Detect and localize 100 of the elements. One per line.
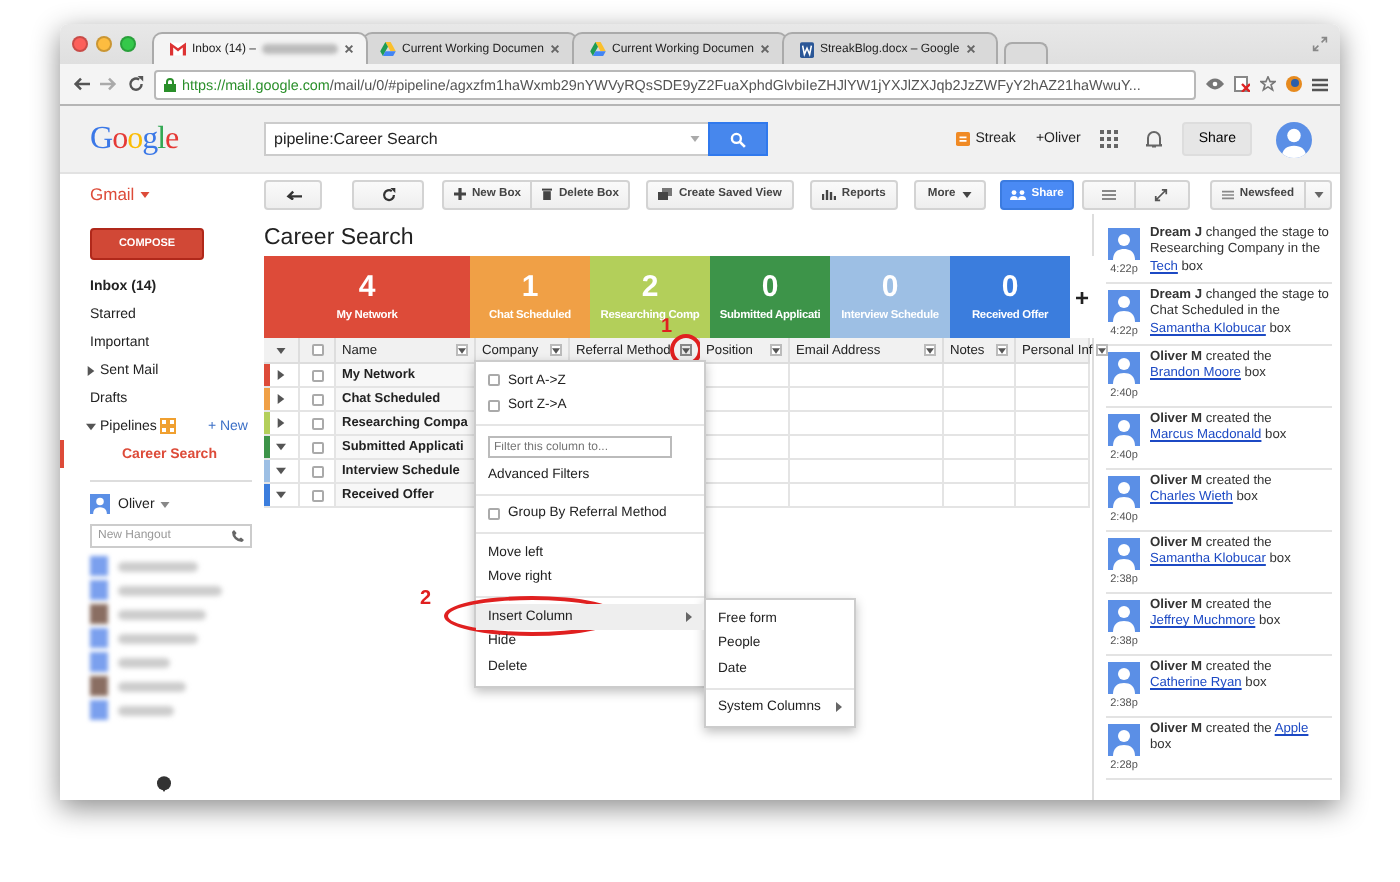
avatar-icon[interactable] xyxy=(1276,121,1312,157)
list-icon xyxy=(1221,189,1234,199)
empty-table-cell xyxy=(700,436,790,460)
caret-icon xyxy=(961,191,972,197)
reload-icon[interactable] xyxy=(128,76,144,92)
extension-icon[interactable] xyxy=(1286,76,1302,92)
stage-count: 1 xyxy=(521,272,539,304)
window-zoom-button[interactable] xyxy=(120,36,136,52)
row-checkbox[interactable] xyxy=(311,465,323,477)
triangle-icon xyxy=(380,42,396,56)
caret-icon xyxy=(140,191,151,197)
column-menu-button[interactable] xyxy=(770,344,782,356)
row-checkbox[interactable] xyxy=(311,489,323,501)
caret-icon xyxy=(772,347,780,353)
column-menu-button[interactable] xyxy=(680,344,692,356)
triangle-icon xyxy=(590,42,606,56)
empty-table-cell xyxy=(700,484,790,508)
newsfeed-dropdown-button[interactable] xyxy=(1306,179,1332,209)
column-menu-button[interactable] xyxy=(1096,344,1109,356)
stacked-pages-icon xyxy=(658,188,673,200)
annotation-number: 1 xyxy=(660,318,672,338)
expand-arrow-icon[interactable] xyxy=(86,365,96,375)
back-arrow-icon xyxy=(285,188,301,200)
refresh-button[interactable] xyxy=(352,179,424,209)
add-stage-button[interactable]: + xyxy=(1070,256,1094,338)
column-menu-button[interactable] xyxy=(924,344,936,356)
close-icon[interactable] xyxy=(965,44,976,54)
expand-arrow-icon[interactable] xyxy=(276,418,286,428)
streak-icon xyxy=(955,132,970,146)
google-logo: Google xyxy=(90,121,181,157)
menu-icon[interactable] xyxy=(1312,77,1328,91)
column-menu-button[interactable] xyxy=(550,344,562,356)
search-button[interactable] xyxy=(708,122,768,156)
list-view-button[interactable] xyxy=(1081,179,1136,209)
empty-table-cell xyxy=(944,460,1016,484)
expand-arrow-icon[interactable] xyxy=(276,490,286,500)
caret-icon xyxy=(682,347,690,353)
pipeline-grid-icon xyxy=(160,418,177,434)
empty-table-cell xyxy=(944,484,1016,508)
menu-checkbox[interactable] xyxy=(488,399,500,412)
empty-table-cell xyxy=(700,412,790,436)
empty-table-cell xyxy=(700,388,790,412)
caret-icon xyxy=(1098,347,1107,353)
blurred-contact-placeholder xyxy=(90,676,186,696)
avatar-icon xyxy=(1108,414,1140,446)
blurred-contact-placeholder xyxy=(90,700,174,720)
expand-arrow-icon[interactable] xyxy=(276,394,286,404)
avatar-icon xyxy=(1108,724,1140,756)
row-checkbox[interactable] xyxy=(311,393,323,405)
expand-icon xyxy=(1154,187,1169,201)
caret-icon xyxy=(998,347,1006,353)
avatar-icon xyxy=(1108,290,1140,322)
empty-table-cell xyxy=(700,460,790,484)
gmail-menu-button[interactable]: Gmail xyxy=(90,184,151,204)
caret-icon xyxy=(926,347,934,353)
column-menu-button[interactable] xyxy=(456,344,468,356)
window-close-button[interactable] xyxy=(72,36,88,52)
refresh-icon xyxy=(381,187,395,201)
avatar-icon xyxy=(1108,600,1140,632)
blurred-contact-placeholder xyxy=(90,652,170,672)
notifications-bell-icon[interactable] xyxy=(1146,130,1163,148)
menu-checkbox[interactable] xyxy=(488,374,500,387)
back-button[interactable] xyxy=(264,179,322,209)
plus-icon xyxy=(454,188,466,200)
close-icon[interactable] xyxy=(759,44,770,54)
blurred-text-placeholder xyxy=(262,44,339,54)
empty-table-cell xyxy=(944,436,1016,460)
empty-table-cell xyxy=(944,388,1016,412)
blocked-page-icon[interactable] xyxy=(1234,76,1250,92)
expand-arrow-icon[interactable] xyxy=(276,466,286,476)
row-checkbox[interactable] xyxy=(311,369,323,381)
expand-arrow-icon[interactable] xyxy=(276,442,286,452)
close-icon[interactable] xyxy=(344,44,355,54)
bar-chart-icon xyxy=(821,188,836,200)
close-icon[interactable] xyxy=(549,44,560,54)
back-arrow-icon[interactable] xyxy=(72,76,90,92)
star-icon[interactable] xyxy=(1260,76,1276,92)
select-all-checkbox[interactable] xyxy=(311,344,323,356)
expand-arrow-icon[interactable] xyxy=(86,421,96,431)
submenu-arrow-icon xyxy=(686,611,692,622)
avatar-icon xyxy=(1108,538,1140,570)
fullscreen-icon[interactable] xyxy=(1312,36,1328,52)
document-icon xyxy=(800,41,814,57)
eye-icon[interactable] xyxy=(1206,78,1224,90)
apps-grid-icon[interactable] xyxy=(1100,130,1119,148)
expand-button[interactable] xyxy=(1135,179,1190,209)
row-checkbox[interactable] xyxy=(311,441,323,453)
lock-icon xyxy=(164,77,176,91)
search-field[interactable]: pipeline:Career Search xyxy=(264,122,710,156)
column-menu-button[interactable] xyxy=(996,344,1008,356)
stage-count: 0 xyxy=(881,272,899,304)
expand-arrow-icon[interactable] xyxy=(276,370,286,380)
chat-bubble-icon[interactable] xyxy=(156,776,172,792)
menu-checkbox[interactable] xyxy=(488,507,500,520)
stage-count: 0 xyxy=(761,272,779,304)
row-checkbox[interactable] xyxy=(311,417,323,429)
caret-icon xyxy=(552,347,560,353)
people-icon xyxy=(1009,189,1026,199)
avatar-icon xyxy=(1108,476,1140,508)
list-icon xyxy=(1101,189,1116,199)
